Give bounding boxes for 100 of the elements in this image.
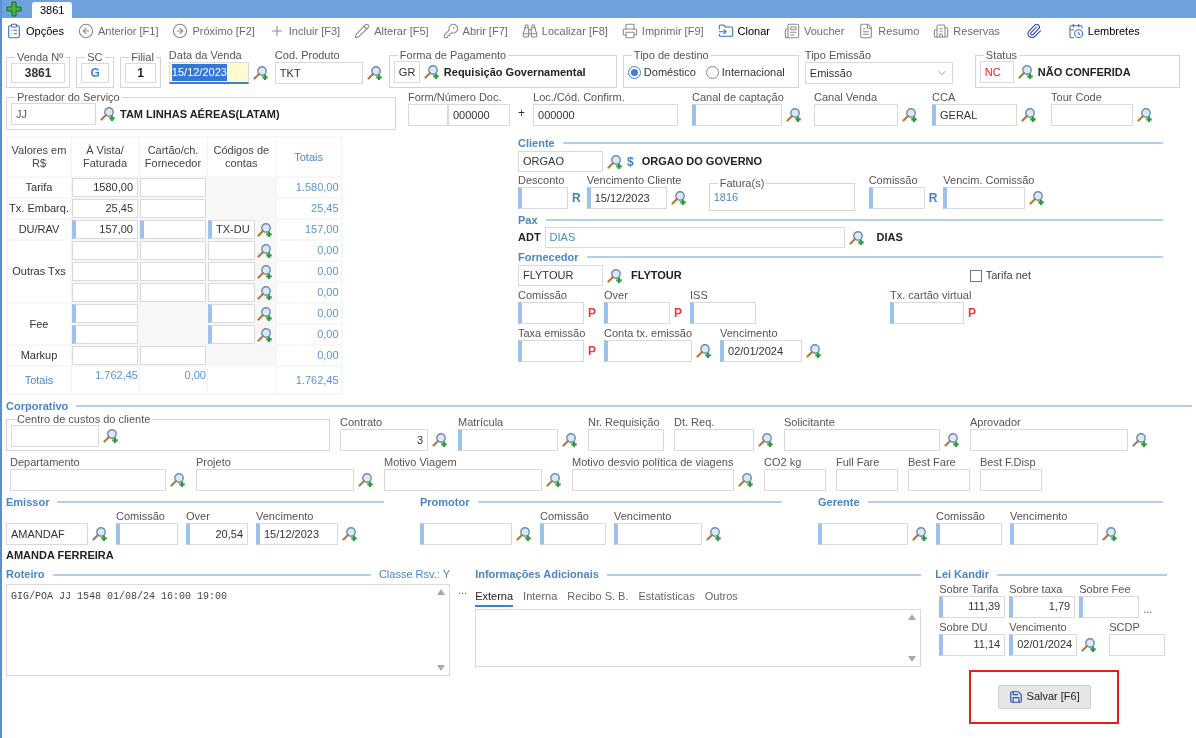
input-field[interactable] <box>72 304 138 323</box>
search-icon[interactable] <box>1029 190 1046 206</box>
input-field[interactable]: 000000 <box>448 104 510 126</box>
tab[interactable]: Interna <box>523 587 558 607</box>
input-field[interactable] <box>1051 104 1133 126</box>
search-icon[interactable] <box>170 472 186 488</box>
input-field[interactable] <box>1109 633 1166 656</box>
input-field[interactable]: 11,14 <box>939 633 1006 656</box>
search-icon[interactable] <box>256 221 273 238</box>
input-field[interactable] <box>540 523 606 545</box>
input-field[interactable]: 20,54 <box>186 523 248 545</box>
input-field[interactable] <box>818 523 908 545</box>
tab[interactable]: Recibo S. B. <box>567 587 629 607</box>
input-field[interactable] <box>518 187 568 209</box>
input-field[interactable] <box>208 325 255 344</box>
input-field[interactable] <box>604 340 692 362</box>
document-tab[interactable]: 3861 <box>32 2 73 18</box>
input-field[interactable]: DIAS <box>544 227 845 248</box>
search-icon[interactable] <box>706 526 722 542</box>
input-field[interactable]: 157,00 <box>72 220 138 239</box>
input-field[interactable] <box>116 523 178 545</box>
input-field[interactable] <box>970 429 1128 451</box>
search-icon[interactable] <box>944 432 960 448</box>
toolbar-button[interactable]: Clonar <box>717 22 770 40</box>
input-field[interactable] <box>196 469 354 491</box>
radio-option[interactable]: Internacional <box>705 63 785 81</box>
input-field[interactable] <box>1079 595 1140 618</box>
input-field[interactable]: 000000 <box>533 104 678 126</box>
more-button[interactable]: ... <box>1143 601 1153 618</box>
search-icon[interactable] <box>1137 107 1153 123</box>
search-icon[interactable] <box>696 343 712 359</box>
input-field[interactable]: 3 <box>340 429 428 451</box>
input-field[interactable] <box>140 283 206 302</box>
input-field[interactable] <box>614 523 702 545</box>
input-field[interactable] <box>72 346 138 365</box>
search-icon[interactable] <box>912 526 928 542</box>
input-field[interactable]: FLYTOUR <box>518 265 603 286</box>
input-field[interactable] <box>690 302 757 324</box>
input-field[interactable] <box>936 523 1002 545</box>
search-icon[interactable] <box>670 190 687 206</box>
input-field[interactable]: 15/12/2023 <box>168 62 249 84</box>
input-field[interactable] <box>208 304 255 323</box>
scroll-up-icon[interactable] <box>908 614 917 620</box>
radio-option[interactable]: Doméstico <box>627 63 696 81</box>
input-field[interactable] <box>140 346 206 365</box>
tab[interactable]: Externa <box>475 587 514 607</box>
search-icon[interactable] <box>256 305 273 322</box>
input-field[interactable]: TKT <box>274 62 363 84</box>
input-field[interactable] <box>72 262 138 281</box>
search-icon[interactable] <box>848 229 865 246</box>
input-field[interactable] <box>10 469 166 491</box>
text-area[interactable]: GIG/POA JJ 1548 01/08/24 16:00 19:00 <box>6 583 450 676</box>
search-icon[interactable] <box>1081 636 1098 653</box>
checkbox[interactable]: Tarifa net <box>969 267 1031 284</box>
input-field[interactable] <box>908 469 970 491</box>
search-icon[interactable] <box>806 343 822 359</box>
input-field[interactable]: 111,39 <box>939 595 1006 618</box>
search-icon[interactable] <box>546 472 562 488</box>
search-icon[interactable] <box>103 428 119 444</box>
search-icon[interactable] <box>1102 526 1118 542</box>
tab[interactable]: Outros <box>704 587 738 607</box>
input-field[interactable]: 02/01/2024 <box>720 340 802 362</box>
input-field[interactable] <box>140 199 206 218</box>
search-icon[interactable] <box>256 326 273 343</box>
search-icon[interactable] <box>516 526 532 542</box>
input-field[interactable] <box>692 104 782 126</box>
search-icon[interactable] <box>92 526 108 542</box>
input-field[interactable] <box>408 104 448 126</box>
search-icon[interactable] <box>1132 432 1148 448</box>
search-icon[interactable] <box>1017 64 1034 80</box>
input-field[interactable] <box>1010 523 1098 545</box>
input-field[interactable] <box>384 469 542 491</box>
input-field[interactable]: GR <box>393 61 420 83</box>
input-field[interactable] <box>764 469 826 491</box>
input-field[interactable] <box>72 283 138 302</box>
search-icon[interactable] <box>902 107 918 123</box>
input-field[interactable] <box>140 220 206 239</box>
search-icon[interactable] <box>256 284 273 301</box>
input-field[interactable] <box>518 340 584 362</box>
search-icon[interactable] <box>342 526 358 542</box>
input-field[interactable]: JJ <box>11 103 96 125</box>
search-icon[interactable] <box>100 106 116 122</box>
search-icon[interactable] <box>786 107 802 123</box>
input-field[interactable]: 15/12/2023 <box>586 187 667 209</box>
search-icon[interactable] <box>256 263 273 280</box>
scroll-down-icon[interactable] <box>437 664 445 671</box>
input-field[interactable] <box>814 104 898 126</box>
input-field[interactable] <box>208 241 255 260</box>
input-field[interactable]: 1580,00 <box>72 178 138 197</box>
input-field[interactable] <box>604 302 670 324</box>
input-field[interactable] <box>980 469 1042 491</box>
input-field[interactable]: GERAL <box>932 104 1017 126</box>
input-field[interactable]: 02/01/2024 <box>1009 633 1078 656</box>
input-field[interactable] <box>868 187 925 209</box>
search-icon[interactable] <box>366 65 383 81</box>
search-icon[interactable] <box>1021 107 1037 123</box>
save-button[interactable]: Salvar [F6] <box>997 684 1091 709</box>
plus-icon[interactable] <box>6 1 22 17</box>
toolbar-button[interactable]: Opções <box>6 22 64 40</box>
input-field[interactable] <box>674 429 754 451</box>
